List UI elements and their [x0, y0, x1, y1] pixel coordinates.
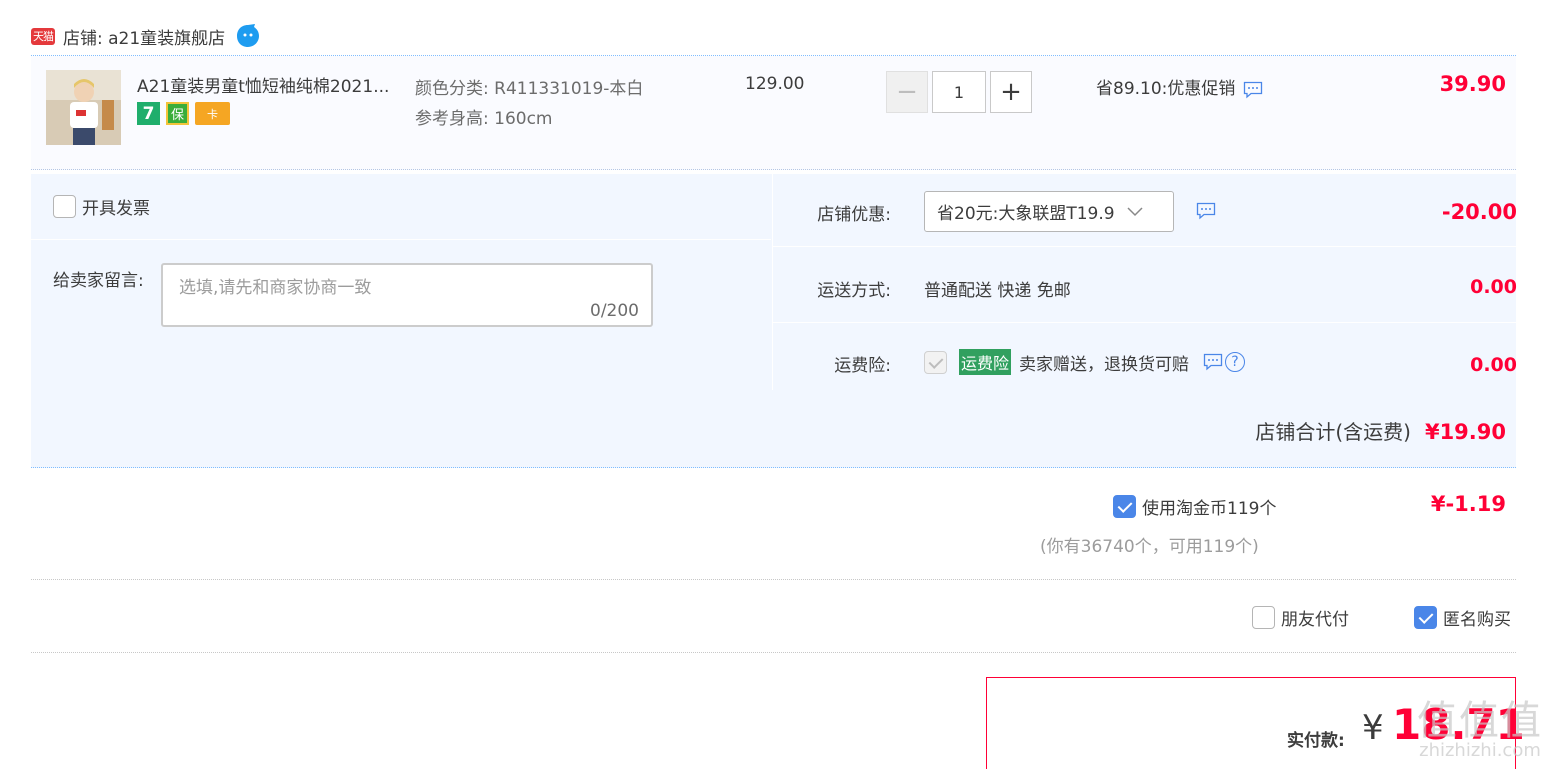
shipping-amount: 0.00 — [1470, 276, 1517, 298]
product-thumbnail[interactable] — [46, 70, 121, 145]
sku-height-label: 参考身高: — [415, 109, 489, 129]
insurance-comment-icon[interactable] — [1203, 353, 1223, 371]
taojinbi-balance: (你有36740个，可用119个) — [1040, 537, 1259, 557]
coupon-row: 店铺优惠: 省20元:大象联盟T19.9 -20.00 — [773, 174, 1517, 247]
insurance-checkbox — [924, 350, 947, 374]
taojinbi-row[interactable]: 使用淘金币119个 — [1113, 494, 1276, 519]
qty-increase-button[interactable]: + — [990, 71, 1032, 113]
divider — [31, 652, 1516, 653]
shop-total-label: 店铺合计(含运费) — [1255, 420, 1411, 444]
coupon-select[interactable]: 省20元:大象联盟T19.9 — [924, 191, 1174, 232]
friend-pay-checkbox[interactable] — [1252, 606, 1275, 629]
credit-card-icon[interactable]: 卡 — [195, 102, 230, 125]
sku-height-value: 160cm — [494, 109, 553, 129]
sku-color-value: R411331019-本白 — [494, 79, 644, 99]
invoice-row[interactable]: 开具发票 — [31, 174, 771, 240]
anonymous-option[interactable]: 匿名购买 — [1414, 605, 1511, 630]
guarantee-icon[interactable]: 保 — [166, 102, 189, 125]
insurance-amount: 0.00 — [1470, 354, 1517, 376]
seven-day-return-icon[interactable]: 7 — [137, 102, 160, 125]
insurance-option: 运费险 卖家赠送，退换货可赔 ? — [924, 349, 1246, 375]
order-item-row: A21童装男童t恤短袖纯棉2021... 7 保 卡 颜色分类: R411331… — [31, 56, 1516, 170]
invoice-checkbox[interactable] — [53, 195, 76, 218]
tmall-badge-icon: 天猫 — [31, 27, 55, 45]
service-icons: 7 保 卡 — [137, 102, 230, 125]
insurance-tag: 运费险 — [959, 349, 1012, 375]
insurance-text: 卖家赠送，退换货可赔 — [1019, 354, 1190, 375]
promo-text: 省89.10:优惠促销 — [1096, 79, 1236, 99]
qty-input[interactable] — [932, 71, 986, 113]
sku-color-label: 颜色分类: — [415, 79, 489, 99]
chevron-down-icon — [1127, 206, 1143, 216]
product-title[interactable]: A21童装男童t恤短袖纯棉2021... — [137, 72, 407, 97]
shop-total: 店铺合计(含运费) ¥19.90 — [1255, 416, 1506, 445]
shipping-row: 运送方式: 普通配送 快递 免邮 0.00 — [773, 248, 1517, 323]
left-options: 开具发票 给卖家留言: 选填,请先和商家协商一致 0/200 — [31, 174, 771, 390]
coupon-comment-icon[interactable] — [1196, 202, 1216, 220]
friend-pay-label: 朋友代付 — [1281, 610, 1349, 630]
qty-decrease-button[interactable]: − — [886, 71, 928, 113]
coupon-selected: 省20元:大象联盟T19.9 — [937, 204, 1115, 224]
anonymous-label: 匿名购买 — [1443, 610, 1511, 630]
taojinbi-checkbox[interactable] — [1113, 495, 1136, 518]
invoice-label: 开具发票 — [82, 199, 150, 219]
watermark-url: zhizhizhi.com — [1419, 740, 1541, 761]
right-options: 店铺优惠: 省20元:大象联盟T19.9 -20.00 运送方式: 普通配送 快… — [772, 174, 1517, 390]
friend-pay-option[interactable]: 朋友代付 — [1252, 605, 1349, 630]
divider — [31, 579, 1516, 580]
shop-total-amount: ¥19.90 — [1424, 420, 1506, 444]
payment-label: 实付款: — [1287, 731, 1345, 751]
sku-info: 颜色分类: R411331019-本白 参考身高: 160cm — [415, 74, 643, 134]
payment-currency: ¥ — [1362, 708, 1384, 748]
watermark-logo: 值值值 — [1417, 698, 1543, 744]
taojinbi-label: 使用淘金币119个 — [1142, 499, 1277, 519]
shipping-label: 运送方式: — [817, 281, 891, 301]
item-subtotal: 39.90 — [1439, 72, 1506, 96]
order-options-panel: 开具发票 给卖家留言: 选填,请先和商家协商一致 0/200 店铺优惠: 省20… — [31, 174, 1517, 468]
message-char-count: 0/200 — [590, 301, 639, 321]
watermark: 值值值 zhizhizhi.com — [1417, 688, 1543, 761]
shop-name[interactable]: 店铺: a21童装旗舰店 — [63, 24, 225, 49]
coupon-amount: -20.00 — [1441, 200, 1517, 224]
anonymous-checkbox[interactable] — [1414, 606, 1437, 629]
seller-message-textarea[interactable]: 选填,请先和商家协商一致 0/200 — [161, 263, 653, 327]
help-icon[interactable]: ? — [1225, 352, 1246, 372]
promo-info: 省89.10:优惠促销 — [1096, 74, 1263, 99]
shipping-method: 普通配送 快递 免邮 — [924, 281, 1071, 301]
taojinbi-amount: ¥-1.19 — [1430, 492, 1506, 516]
comment-icon[interactable] — [1243, 81, 1263, 99]
message-label: 给卖家留言: — [53, 271, 144, 291]
shop-header: 天猫 店铺: a21童装旗舰店 — [31, 20, 261, 52]
coupon-label: 店铺优惠: — [817, 205, 891, 225]
message-placeholder: 选填,请先和商家协商一致 — [179, 278, 372, 298]
insurance-label: 运费险: — [834, 356, 891, 376]
unit-price: 129.00 — [745, 74, 805, 94]
quantity-stepper: − + — [886, 71, 1032, 113]
wangwang-chat-icon[interactable] — [235, 23, 261, 49]
insurance-row: 运费险: 运费险 卖家赠送，退换货可赔 ? 0.00 — [773, 324, 1517, 390]
